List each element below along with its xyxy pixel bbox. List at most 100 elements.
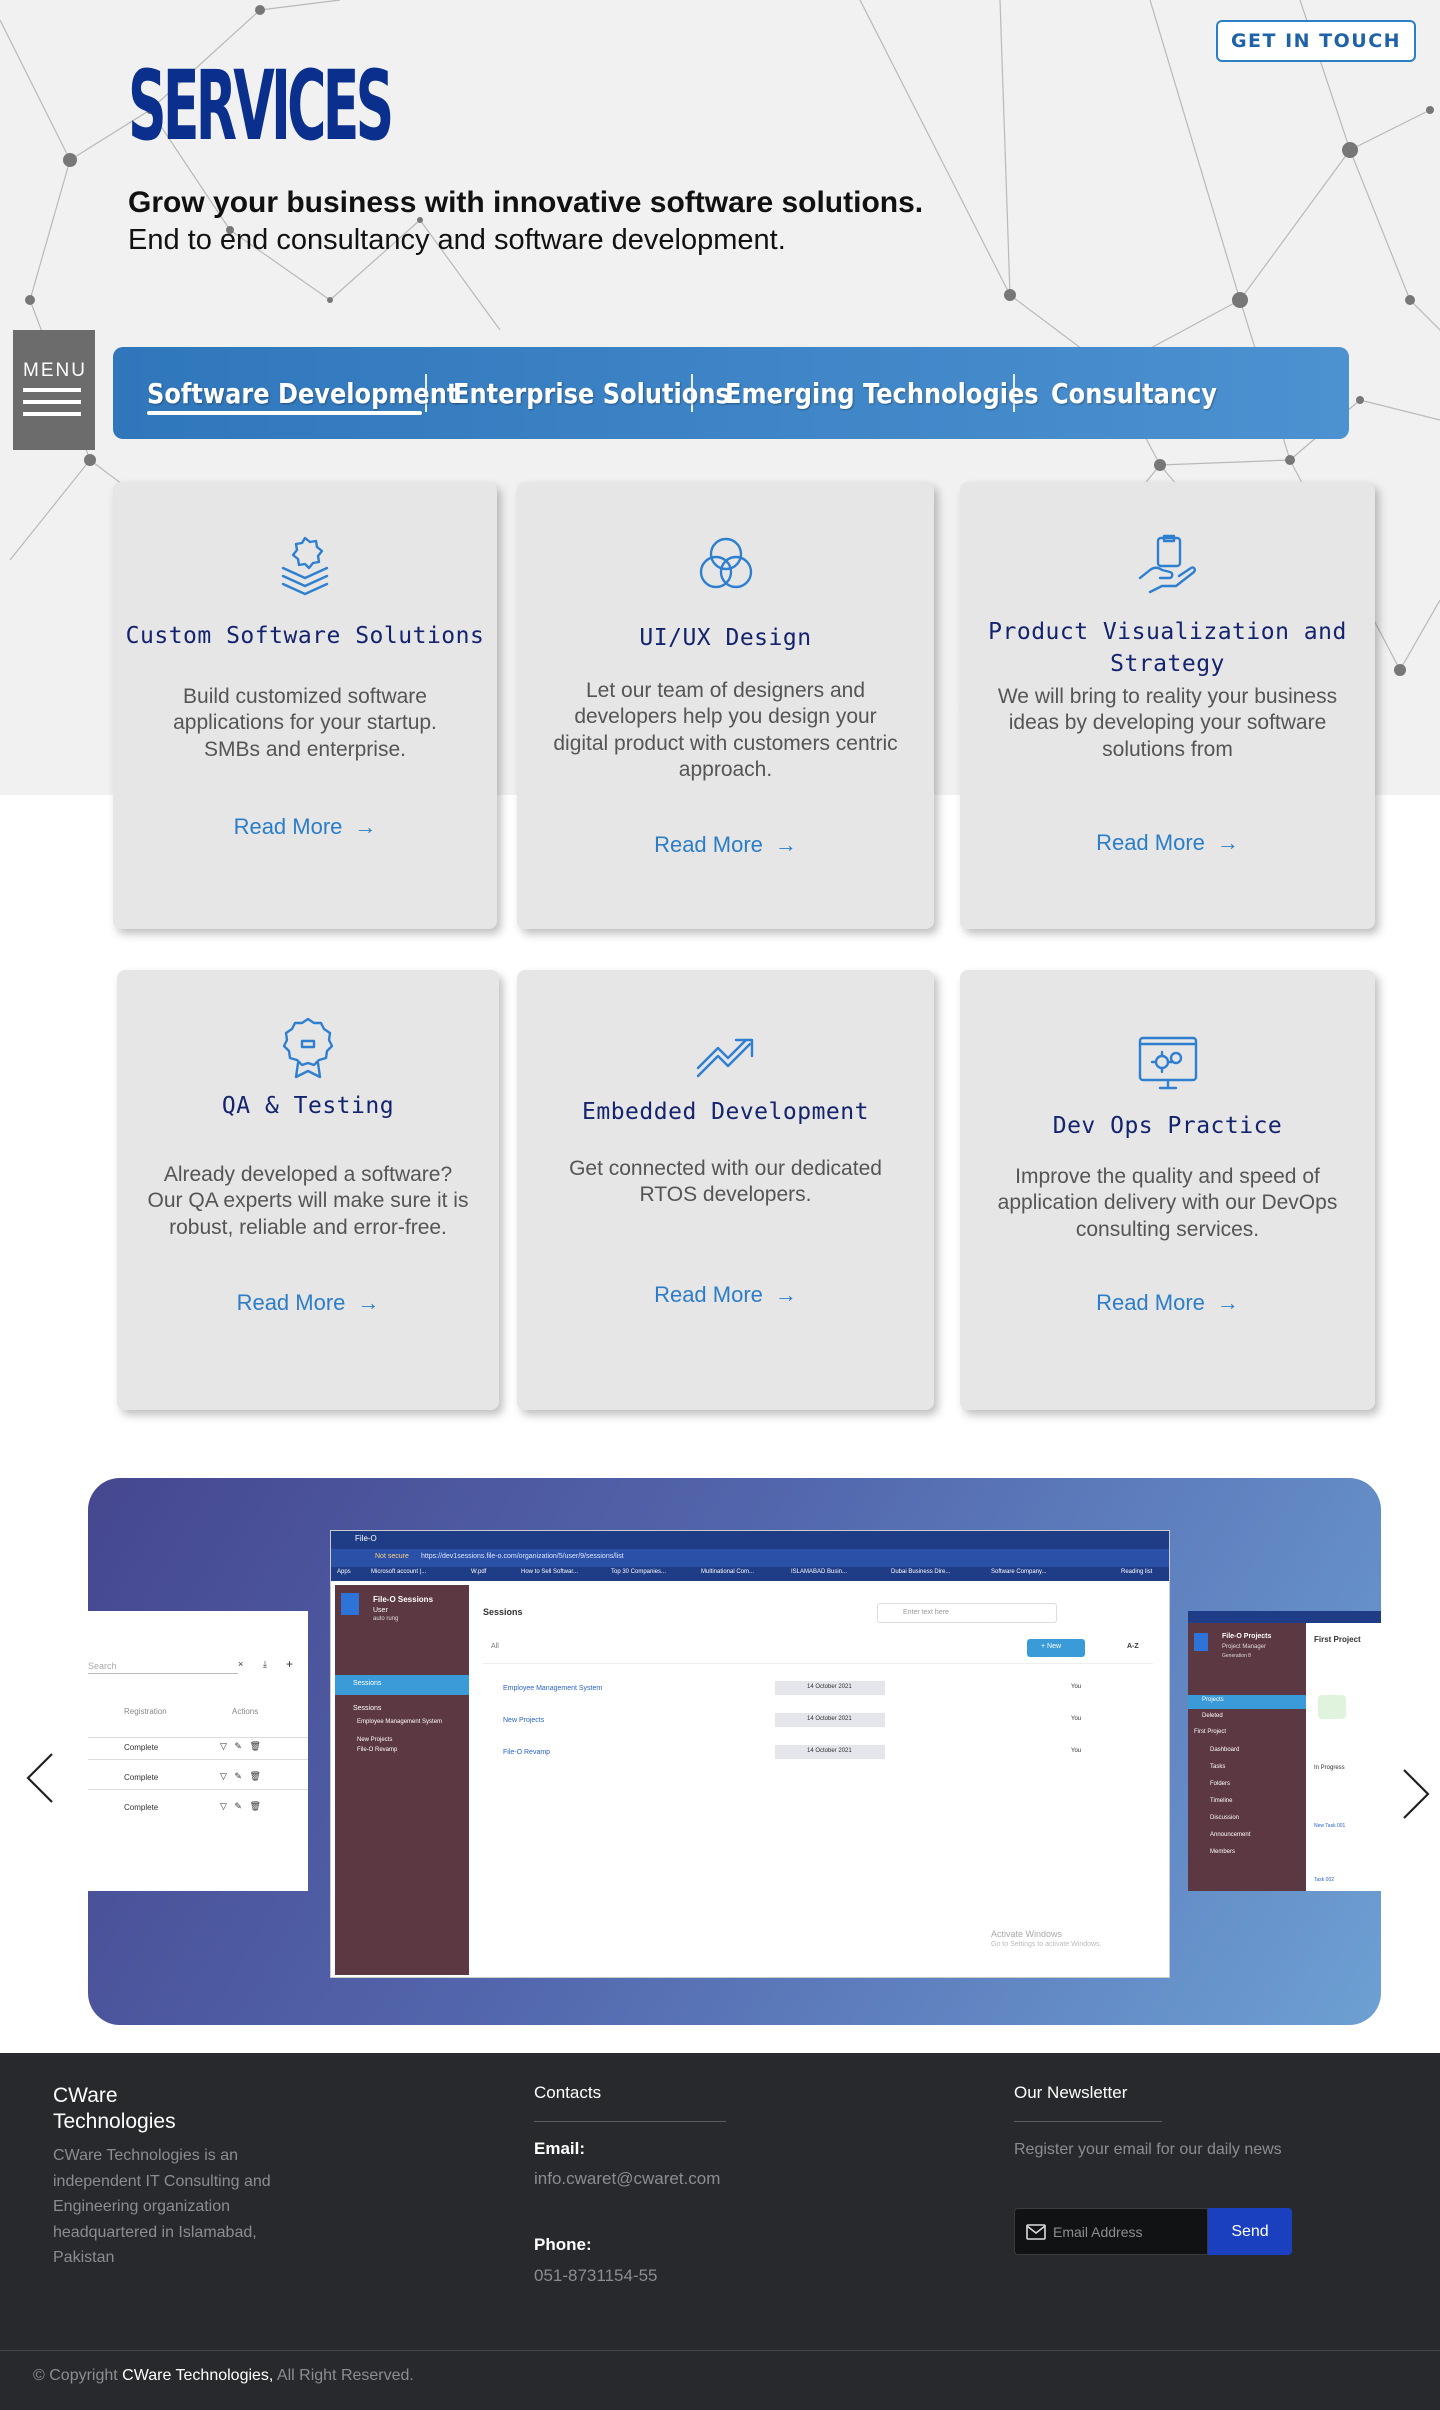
card-description: Already developed a software? Our QA exp…: [147, 1163, 469, 1239]
carousel-next-arrow-icon[interactable]: [1396, 1764, 1436, 1824]
page-title: SERVICES: [128, 50, 394, 162]
carousel-slide-active[interactable]: File-O Not secure https://dev1sessions.f…: [330, 1530, 1170, 1978]
menu-button[interactable]: MENU: [13, 330, 95, 450]
sidebar-item-discussion[interactable]: Discussion: [1210, 1815, 1239, 1821]
session-row-date: 14 October 2021: [807, 1748, 852, 1754]
arrow-right-icon: →: [357, 1290, 380, 1315]
app-name: File-O Projects: [1222, 1633, 1272, 1640]
card-title: QA & Testing: [221, 1093, 395, 1119]
service-card: Embedded Development Get connected with …: [517, 970, 934, 1410]
sidebar-item-tasks[interactable]: Tasks: [1210, 1764, 1225, 1770]
sidebar-item-folders[interactable]: Folders: [1210, 1781, 1230, 1787]
carousel-slide-prev[interactable]: Search × ⤓ + Registration Actions Comple…: [88, 1611, 308, 1891]
tab-enterprise-solutions[interactable]: Enterprise Solutions: [453, 377, 730, 410]
new-button-label: + New: [1041, 1643, 1062, 1650]
read-more-link[interactable]: Read More →: [113, 814, 497, 840]
service-card: Dev Ops Practice Improve the quality and…: [960, 970, 1375, 1410]
phone-link[interactable]: 051-8731154-55: [534, 2266, 658, 2286]
sort-button[interactable]: A-Z: [1127, 1643, 1139, 1650]
status-badge: In Progress: [1314, 1765, 1345, 1771]
send-button[interactable]: Send: [1208, 2208, 1292, 2255]
project-title: First Project: [1314, 1635, 1361, 1644]
download-icon[interactable]: ⤓: [263, 1659, 267, 1670]
read-more-label: Read More: [236, 1290, 346, 1315]
card-description: We will bring to reality your business i…: [997, 685, 1338, 761]
phone-label: Phone:: [534, 2235, 592, 2254]
bookmarks-bar: Apps Microsoft account |... W.pdf How to…: [331, 1567, 1169, 1581]
carousel-slide-next[interactable]: File-O Projects Project Manager Generati…: [1188, 1611, 1381, 1891]
read-more-label: Read More: [654, 1282, 763, 1307]
close-icon[interactable]: ×: [238, 1659, 243, 1669]
session-row-link[interactable]: New Projects: [503, 1717, 544, 1724]
sidebar-item-deleted[interactable]: Deleted: [1202, 1713, 1223, 1719]
user-role: Project Manager: [1222, 1644, 1267, 1650]
table-cell: Complete: [124, 1773, 159, 1782]
read-more-link[interactable]: Read More →: [117, 1290, 499, 1316]
tagline: Grow your business with innovative softw…: [128, 186, 924, 219]
app-logo: [341, 1593, 359, 1615]
user-name: User: [373, 1607, 388, 1614]
action-icons[interactable]: ▽ ✎ 🗑: [220, 1801, 261, 1812]
sidebar-item-sessions[interactable]: Sessions: [353, 1705, 381, 1712]
session-row-owner: You: [1071, 1748, 1082, 1754]
table-cell: Complete: [124, 1743, 159, 1752]
filter-select[interactable]: All: [491, 1643, 499, 1650]
hamburger-icon-bar: [23, 400, 81, 404]
browser-tab-title[interactable]: File-O: [355, 1534, 377, 1543]
tab-software-development[interactable]: Software Development: [147, 377, 458, 410]
task-link[interactable]: Task 002: [1314, 1877, 1334, 1883]
newsletter-email-input[interactable]: Email Address: [1014, 2208, 1208, 2255]
sidebar-item-announcement[interactable]: Announcement: [1210, 1832, 1250, 1838]
address-bar[interactable]: https://dev1sessions.file-o.com/organiza…: [421, 1553, 624, 1560]
card-description: Improve the quality and speed of applica…: [997, 1165, 1338, 1241]
task-link[interactable]: New Task 001: [1314, 1823, 1345, 1829]
read-more-link[interactable]: Read More →: [960, 1290, 1375, 1316]
card-title: Custom Software Solutions: [125, 623, 485, 649]
screenshot-carousel[interactable]: Search × ⤓ + Registration Actions Comple…: [88, 1478, 1381, 2025]
card-title: Embedded Development: [582, 1099, 869, 1125]
service-card: UI/UX Design Let our team of designers a…: [517, 482, 934, 929]
read-more-link[interactable]: Read More →: [517, 832, 934, 858]
search-placeholder: Enter text here: [903, 1609, 949, 1616]
sidebar-item-timeline[interactable]: Timeline: [1210, 1798, 1232, 1804]
newsletter-text: Register your email for our daily news: [1014, 2141, 1282, 2158]
add-icon[interactable]: +: [286, 1657, 293, 1671]
tab-emerging-technologies[interactable]: Emerging Technologies: [725, 377, 1039, 410]
sidebar-heading: First Project: [1194, 1729, 1227, 1735]
hamburger-icon-bar: [23, 412, 81, 416]
footer-about: CWare Technologies is an independent IT …: [53, 2147, 271, 2267]
arrow-right-icon: →: [1216, 830, 1239, 855]
carousel-prev-arrow-icon[interactable]: [20, 1748, 60, 1808]
sidebar-item-dashboard[interactable]: Dashboard: [1210, 1747, 1239, 1753]
service-card: Custom Software Solutions Build customiz…: [113, 482, 497, 929]
email-link[interactable]: info.cwaret@cwaret.com: [534, 2169, 720, 2189]
sidebar-item-ems[interactable]: Employee Management System: [357, 1719, 442, 1725]
copyright: © Copyright CWare Technologies, All Righ…: [33, 2367, 414, 2385]
copyright-prefix: © Copyright: [33, 2367, 118, 2384]
arrow-right-icon: →: [774, 832, 797, 857]
hamburger-icon: [23, 388, 81, 392]
sidebar-item-revamp[interactable]: File-O Revamp: [357, 1747, 397, 1753]
session-row-link[interactable]: File-O Revamp: [503, 1749, 550, 1756]
hand-clipboard-icon: [1136, 532, 1200, 596]
sidebar-item-new-projects[interactable]: New Projects: [357, 1737, 392, 1743]
session-row-owner: You: [1071, 1684, 1082, 1690]
sidebar-item-label: Sessions: [353, 1680, 382, 1687]
subline: End to end consultancy and software deve…: [128, 224, 786, 256]
read-more-link[interactable]: Read More →: [517, 1282, 934, 1308]
arrow-right-icon: →: [1216, 1290, 1239, 1315]
action-icons[interactable]: ▽ ✎ 🗑: [220, 1741, 261, 1752]
windows-watermark: Activate Windows: [991, 1929, 1063, 1939]
read-more-link[interactable]: Read More →: [960, 830, 1375, 856]
action-icons[interactable]: ▽ ✎ 🗑: [220, 1771, 261, 1782]
email-label: Email:: [534, 2139, 586, 2158]
sidebar-item-projects[interactable]: Projects: [1202, 1697, 1224, 1703]
search-field[interactable]: Search: [88, 1661, 117, 1671]
sidebar-item-members[interactable]: Members: [1210, 1849, 1235, 1855]
table-cell: Complete: [124, 1803, 159, 1812]
site-footer: CWare Technologies CWare Technologies is…: [0, 2053, 1440, 2410]
tab-consultancy[interactable]: Consultancy: [1051, 377, 1223, 410]
session-row-link[interactable]: Employee Management System: [503, 1685, 602, 1692]
not-secure-label: Not secure: [375, 1553, 409, 1560]
get-in-touch-button[interactable]: GET IN TOUCH: [1216, 20, 1416, 62]
